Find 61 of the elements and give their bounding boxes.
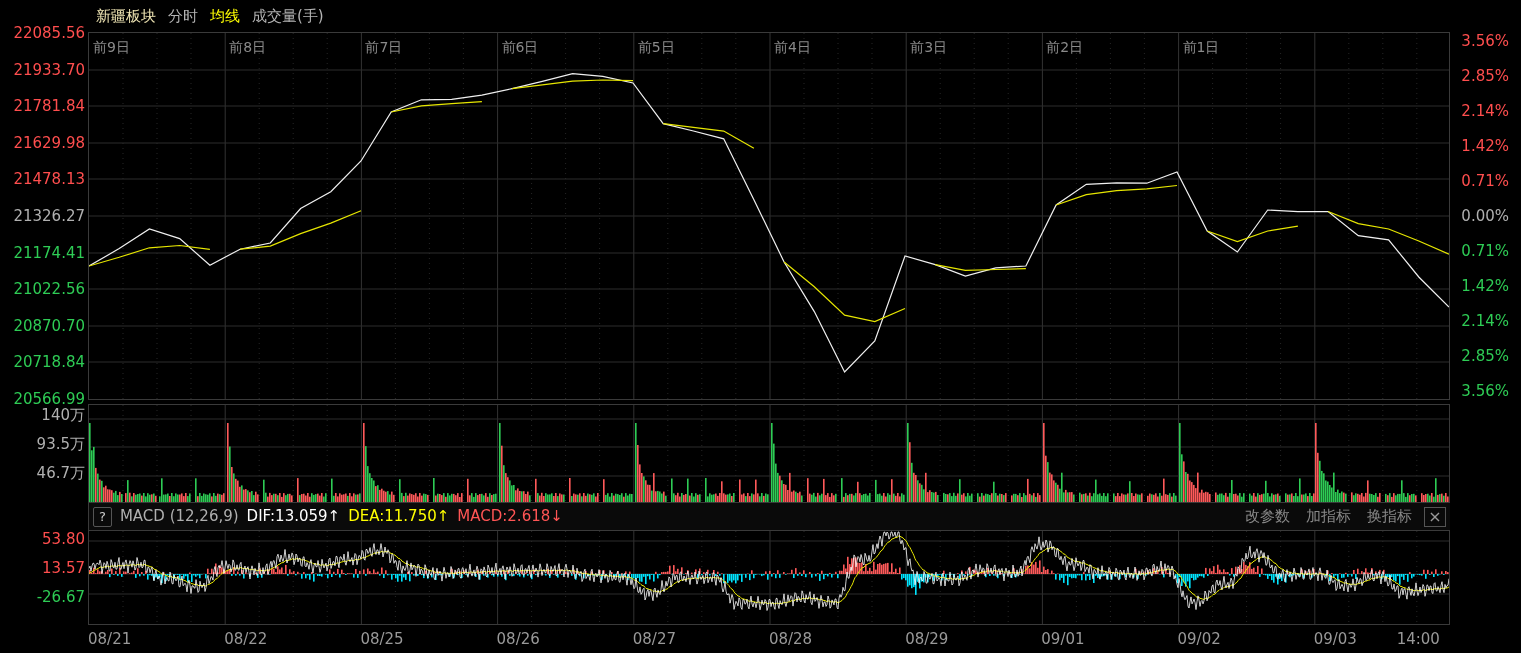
day-label: 前9日 <box>92 38 131 57</box>
date-label: 08/29 <box>905 628 950 650</box>
percent-axis-label: 3.56% <box>1461 32 1509 50</box>
volume-axis-label: 140万 <box>41 406 85 424</box>
price-axis-label: 20870.70 <box>13 316 85 335</box>
close-button[interactable]: × <box>1424 506 1446 527</box>
price-axis-label: 20566.99 <box>13 390 85 408</box>
toolbar-button[interactable]: 加指标 <box>1302 505 1355 528</box>
percent-axis-label: 0.71% <box>1461 242 1509 260</box>
date-label: 08/21 <box>88 628 133 650</box>
date-label: 09/01 <box>1041 628 1086 650</box>
date-label: 09/02 <box>1177 628 1222 650</box>
day-label: 前2日 <box>1045 38 1085 57</box>
price-axis-label: 21933.70 <box>13 60 85 79</box>
percent-axis-label: 2.85% <box>1461 347 1509 365</box>
price-axis-label: 22085.56 <box>13 24 85 42</box>
percent-axis-label: 2.14% <box>1461 312 1509 330</box>
percent-axis-label: 2.85% <box>1461 67 1509 85</box>
chart-title: 新疆板块 <box>96 5 156 27</box>
day-label: 前3日 <box>909 38 949 57</box>
toolbar-button[interactable]: 换指标 <box>1363 505 1416 528</box>
indicator-value: DEA:11.750↑ <box>348 506 450 528</box>
indicator-value: MACD:2.618↓ <box>457 506 563 528</box>
date-label: 09/03 <box>1313 628 1358 650</box>
date-label: 08/25 <box>360 628 405 650</box>
legend-label: 成交量(手) <box>252 5 324 27</box>
volume-axis-label: 46.7万 <box>36 464 85 482</box>
percent-axis-label: 0.00% <box>1461 207 1509 225</box>
day-label: 前7日 <box>364 38 404 57</box>
indicator-name: MACD (12,26,9) <box>119 506 239 528</box>
date-label: 14:00 <box>1396 628 1440 650</box>
day-label: 前4日 <box>772 38 812 57</box>
legend-label: 分时 <box>168 5 198 27</box>
day-label: 前1日 <box>1181 38 1221 57</box>
help-button[interactable]: ? <box>93 506 112 527</box>
date-label: 08/28 <box>768 628 814 650</box>
price-axis-label: 21326.27 <box>13 207 85 225</box>
date-label: 08/22 <box>224 628 269 650</box>
legend-label: 均线 <box>210 5 240 27</box>
price-axis-label: 21174.41 <box>13 243 85 262</box>
price-axis-label: 21478.13 <box>13 170 85 189</box>
toolbar-button[interactable]: 改参数 <box>1241 505 1294 528</box>
percent-axis-label: 2.14% <box>1461 102 1509 120</box>
percent-axis-label: 0.71% <box>1461 172 1509 190</box>
date-label: 08/27 <box>632 628 677 650</box>
day-label: 前8日 <box>228 38 268 57</box>
price-axis-label: 21781.84 <box>13 97 85 116</box>
percent-axis-label: 1.42% <box>1461 277 1509 295</box>
price-axis-label: 21629.98 <box>13 133 85 152</box>
price-axis-label: 20718.84 <box>13 353 85 372</box>
date-label: 08/26 <box>496 628 541 650</box>
macd-axis-label: -26.67 <box>36 588 85 606</box>
macd-axis-label: 53.80 <box>42 530 85 548</box>
volume-axis-label: 93.5万 <box>36 435 85 453</box>
indicator-value: DIF:13.059↑ <box>246 506 341 528</box>
day-label: 前6日 <box>500 38 540 57</box>
day-label: 前5日 <box>636 38 676 57</box>
percent-axis-label: 1.42% <box>1461 137 1509 155</box>
macd-axis-label: 13.57 <box>42 559 85 577</box>
price-axis-label: 21022.56 <box>13 280 85 299</box>
percent-axis-label: 3.56% <box>1461 382 1509 400</box>
